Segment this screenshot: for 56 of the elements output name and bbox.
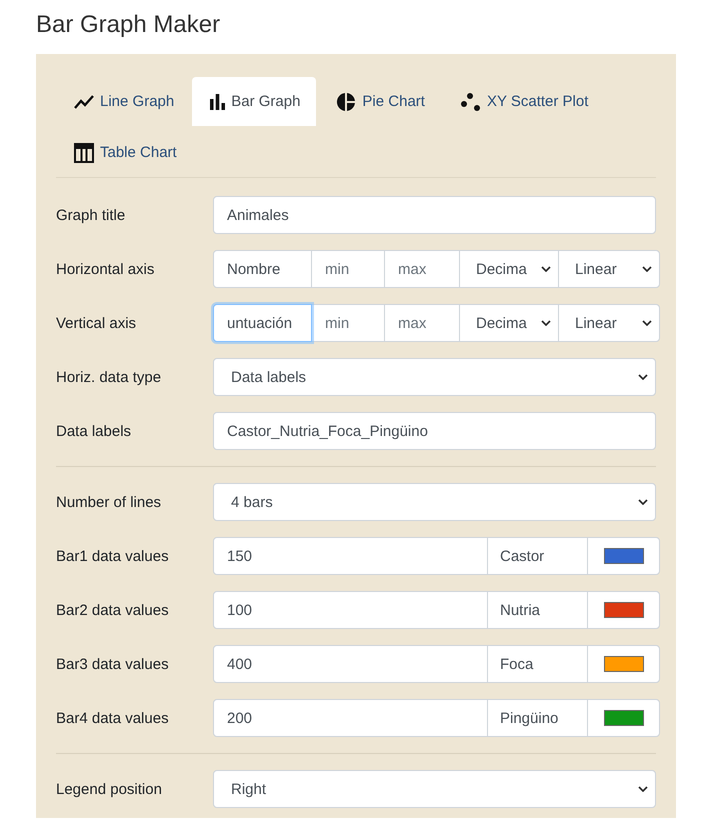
min-field[interactable]: min — [311, 304, 385, 342]
min-field[interactable]: min — [311, 250, 385, 288]
chevron-icon — [638, 786, 648, 792]
series-name-field[interactable]: Castor — [487, 537, 588, 575]
chevron-icon — [638, 374, 648, 380]
text-field[interactable]: Animales — [213, 196, 656, 234]
format-dropdown[interactable]: Decima — [459, 250, 559, 288]
color-picker-button[interactable] — [587, 645, 660, 683]
scatter-plot-icon — [460, 92, 481, 110]
color-picker-button[interactable] — [587, 591, 660, 629]
max-field[interactable]: max — [384, 250, 460, 288]
field-label: Bar4 data values — [56, 710, 170, 726]
field-label: Bar1 data values — [56, 548, 170, 564]
dropdown[interactable]: 4 bars — [213, 483, 656, 521]
color-picker-button[interactable] — [587, 537, 660, 575]
max-field[interactable]: max — [384, 304, 460, 342]
chevron-icon — [638, 499, 648, 505]
field-label: Legend position — [56, 780, 163, 798]
table-icon — [74, 142, 94, 162]
chart-type-tab[interactable]: Pie Chart — [318, 77, 441, 126]
color-picker-button[interactable] — [587, 699, 660, 737]
text-field[interactable]: Castor_Nutria_Foca_Pingüino — [213, 412, 656, 450]
data-values-field[interactable]: 150 — [213, 537, 488, 575]
page-title: Bar Graph Maker — [36, 10, 222, 40]
scale-dropdown[interactable]: Linear — [558, 304, 660, 342]
chevron-icon — [642, 266, 652, 272]
data-values-field[interactable]: 100 — [213, 591, 488, 629]
chart-type-tab[interactable]: Bar Graph — [192, 77, 316, 126]
series-name-field[interactable]: Pingüino — [487, 699, 588, 737]
field-label: Data labels — [56, 422, 132, 440]
data-values-field[interactable]: 200 — [213, 699, 488, 737]
field-label: Graph title — [56, 206, 126, 224]
axis-title-field[interactable]: untuación — [213, 304, 312, 342]
chevron-icon — [541, 320, 551, 326]
field-label: Vertical axis — [56, 314, 138, 332]
scale-dropdown[interactable]: Linear — [558, 250, 660, 288]
series-name-field[interactable]: Nutria — [487, 591, 588, 629]
field-label: Bar3 data values — [56, 656, 170, 672]
bar-chart-icon — [210, 94, 226, 110]
field-label: Horizontal axis — [56, 260, 156, 278]
field-label: Number of lines — [56, 494, 162, 510]
field-label: Horiz. data type — [56, 368, 162, 386]
dropdown[interactable]: Right — [213, 770, 656, 808]
chart-type-tab[interactable]: Table Chart — [56, 128, 193, 177]
dropdown[interactable]: Data labels — [213, 358, 656, 396]
chart-type-tab[interactable]: Line Graph — [56, 77, 190, 126]
format-dropdown[interactable]: Decima — [459, 304, 559, 342]
axis-title-field[interactable]: Nombre — [213, 250, 312, 288]
pie-chart-icon — [336, 92, 356, 112]
chart-type-tab[interactable]: XY Scatter Plot — [442, 77, 604, 126]
series-name-field[interactable]: Foca — [487, 645, 588, 683]
line-chart-icon — [74, 94, 94, 108]
chevron-icon — [642, 320, 652, 326]
data-values-field[interactable]: 400 — [213, 645, 488, 683]
chevron-icon — [541, 266, 551, 272]
field-label: Bar2 data values — [56, 602, 170, 618]
